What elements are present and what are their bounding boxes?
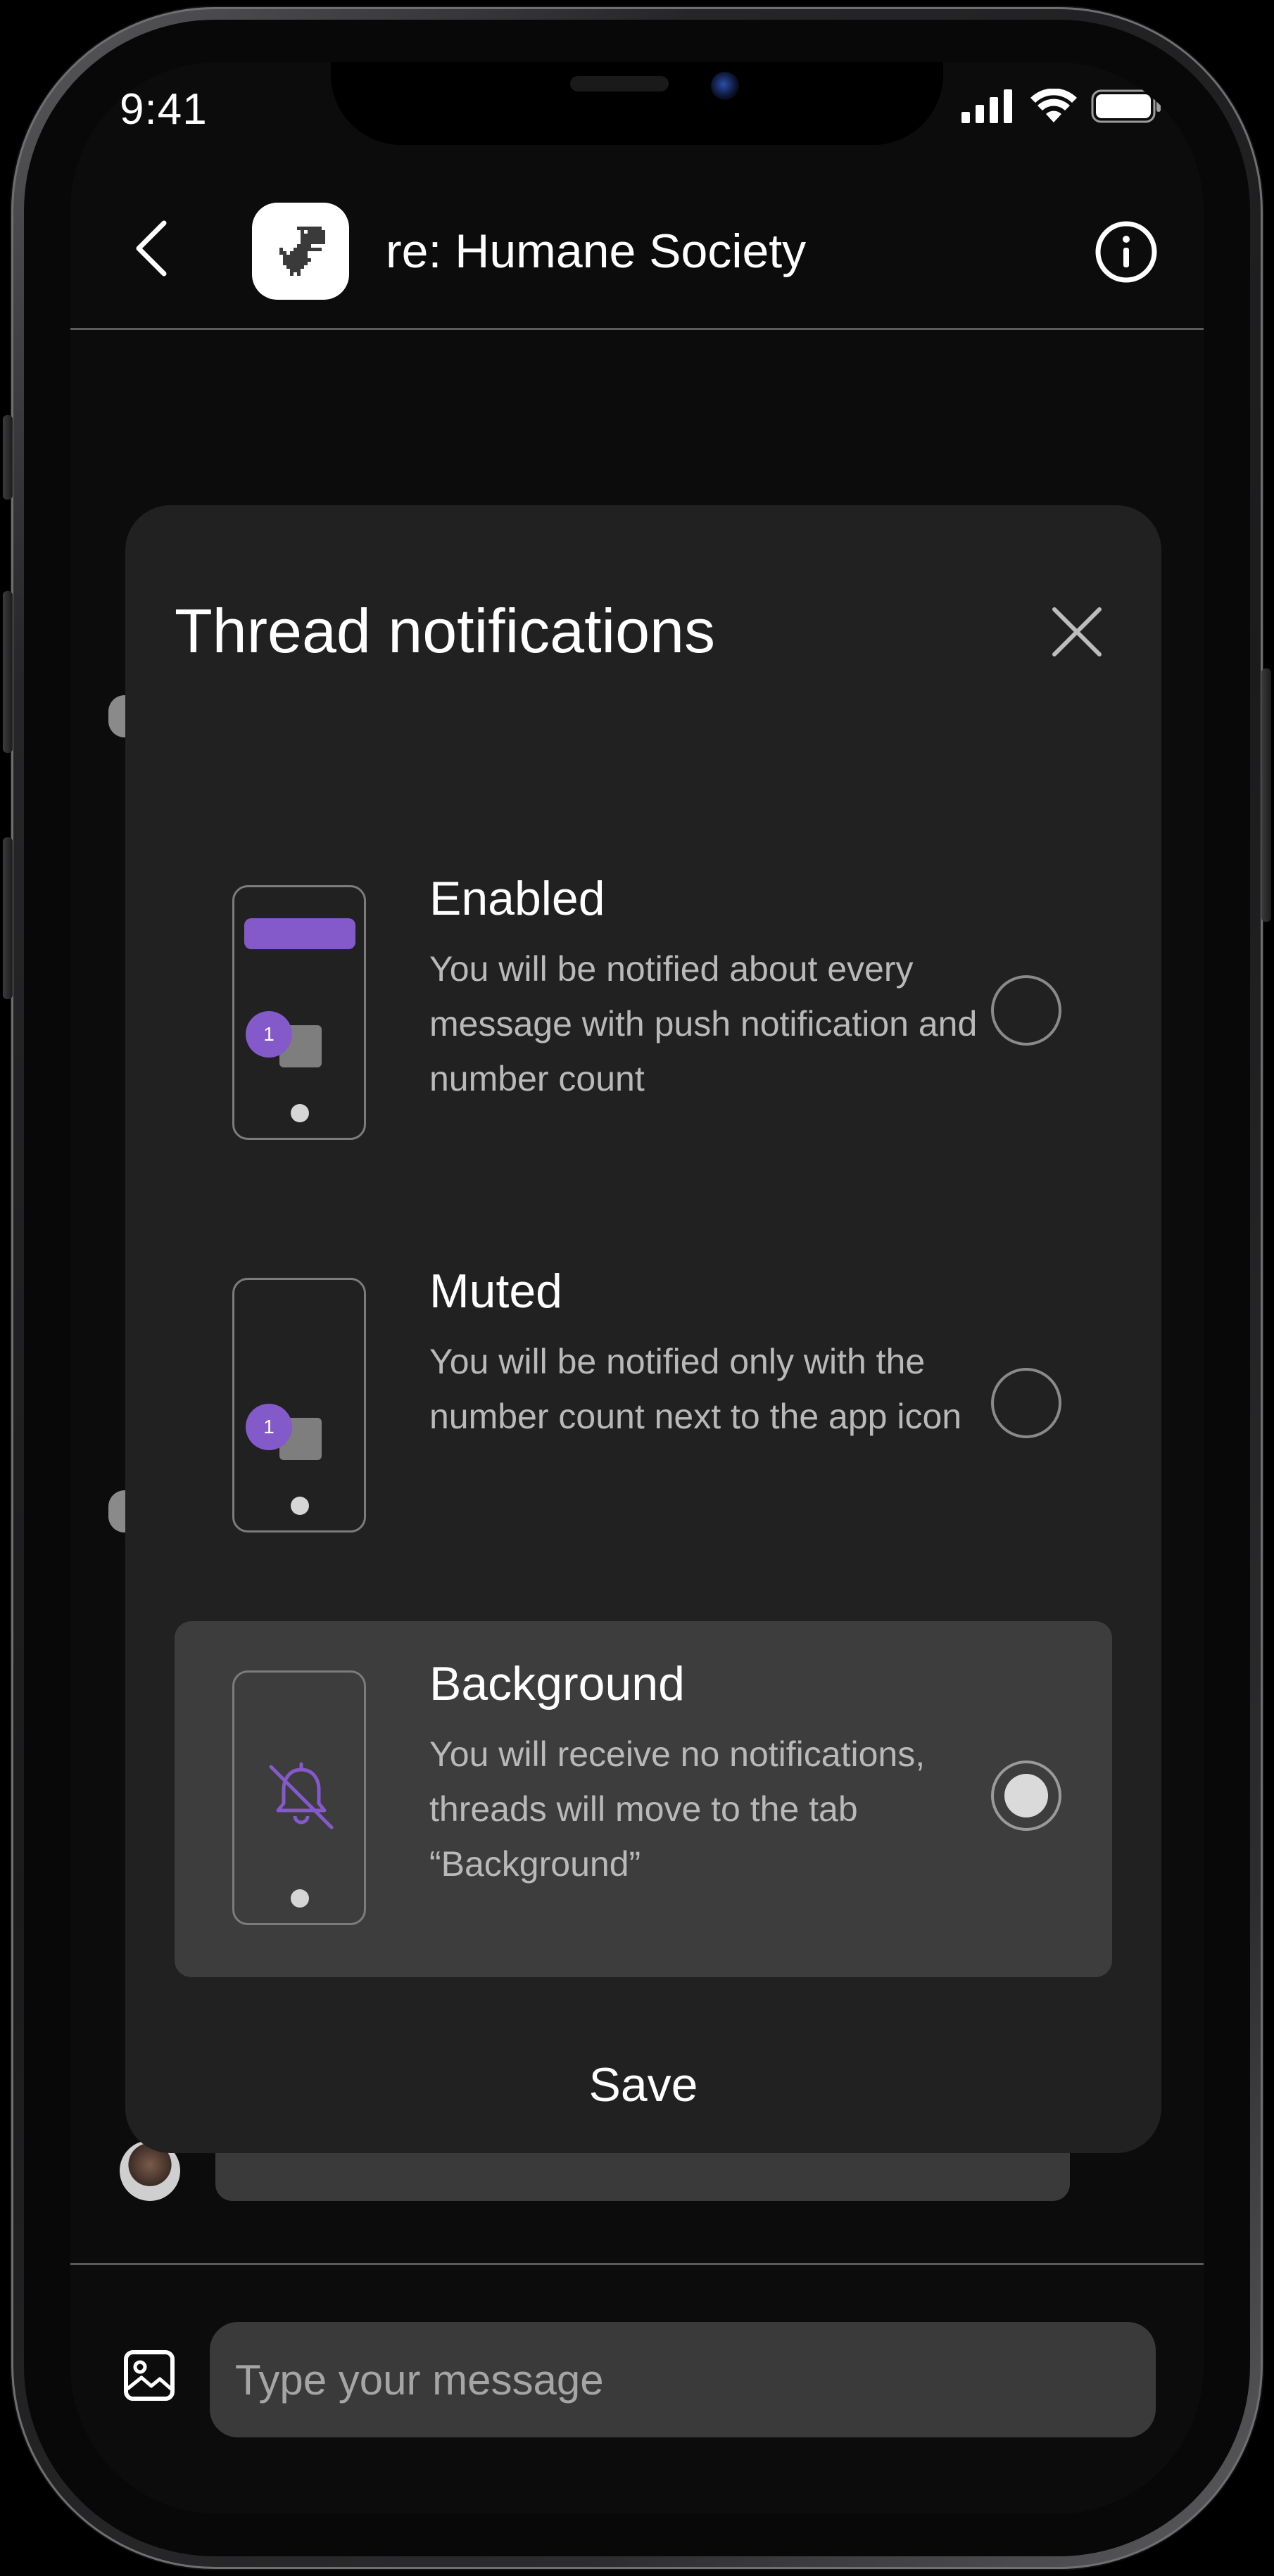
option-muted[interactable]: 1 Muted You will be notified only with t… <box>175 1229 1112 1585</box>
thread-notifications-modal: Thread notifications 1 Enabled You will … <box>125 505 1161 2153</box>
notification-count-badge: 1 <box>246 1404 292 1450</box>
option-description: You will be notified only with the numbe… <box>429 1342 962 1436</box>
attach-image-button[interactable] <box>122 2349 176 2402</box>
push-notification-banner <box>244 918 355 949</box>
composer-divider <box>70 2263 1204 2265</box>
side-button-volume-up <box>3 591 13 753</box>
status-time: 9:41 <box>120 85 208 134</box>
radio-background[interactable] <box>991 1760 1061 1831</box>
status-icons <box>961 89 1161 124</box>
side-button-silent <box>3 415 13 500</box>
option-title: Enabled <box>429 872 605 925</box>
close-button[interactable] <box>1042 597 1112 667</box>
info-icon <box>1095 221 1157 283</box>
close-icon <box>1052 607 1102 656</box>
screen: 9:41 re: Humane Society Type your messag… <box>70 62 1204 2514</box>
dino-icon <box>279 227 325 276</box>
wifi-icon <box>1030 89 1077 122</box>
save-button[interactable]: Save <box>503 2039 784 2131</box>
info-button[interactable] <box>1091 217 1161 287</box>
message-input[interactable] <box>210 2322 1156 2437</box>
thread-avatar[interactable] <box>252 203 349 300</box>
enabled-illustration: 1 <box>232 885 366 1140</box>
background-illustration <box>232 1670 366 1925</box>
battery-icon <box>1091 89 1161 123</box>
muted-illustration: 1 <box>232 1278 366 1533</box>
bell-off-icon <box>269 1762 334 1829</box>
option-description: You will be notified about every message… <box>429 949 978 1098</box>
thread-title: re: Humane Society <box>386 224 807 278</box>
speaker <box>570 76 669 91</box>
notification-count-badge: 1 <box>246 1011 292 1058</box>
modal-title: Thread notifications <box>175 596 715 666</box>
back-button[interactable] <box>120 210 183 287</box>
option-enabled[interactable]: 1 Enabled You will be notified about eve… <box>175 836 1112 1192</box>
chevron-left-icon <box>136 220 167 277</box>
header-divider <box>70 328 1204 330</box>
front-camera <box>711 72 739 100</box>
image-icon <box>124 2350 175 2401</box>
home-indicator <box>291 1104 309 1122</box>
home-indicator <box>291 1497 309 1515</box>
notch <box>331 62 943 145</box>
thread-header: re: Humane Society <box>70 175 1204 329</box>
option-title: Background <box>429 1657 685 1711</box>
message-bubble <box>215 2145 1070 2201</box>
option-description: You will receive no notifications, threa… <box>429 1734 926 1884</box>
option-title: Muted <box>429 1264 562 1318</box>
signal-icon <box>961 89 1012 123</box>
home-indicator <box>291 1889 309 1908</box>
radio-muted[interactable] <box>991 1368 1061 1438</box>
option-background[interactable]: Background You will receive no notificat… <box>175 1621 1112 1977</box>
side-button-volume-down <box>3 837 13 999</box>
radio-selected-dot <box>1004 1774 1048 1817</box>
side-button-power <box>1261 668 1271 922</box>
radio-enabled[interactable] <box>991 975 1061 1046</box>
